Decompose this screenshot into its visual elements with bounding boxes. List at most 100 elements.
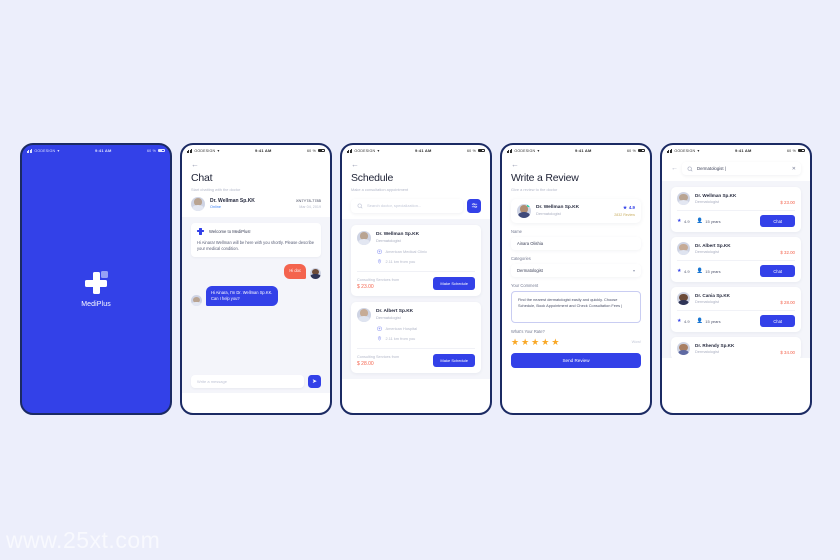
star-icon[interactable]: ★ bbox=[551, 337, 559, 347]
schedule-card[interactable]: Dr. Albert Sp.KK Dermatologist American … bbox=[351, 301, 481, 373]
chevron-down-icon: ▾ bbox=[632, 267, 635, 273]
battery-icon bbox=[317, 148, 325, 153]
battery-percent-label: 60 % bbox=[786, 148, 796, 153]
rate-label: What's Your Rate? bbox=[511, 328, 545, 334]
make-schedule-button[interactable]: Make Schedule bbox=[433, 353, 475, 367]
experience-stat: 👤 15 years bbox=[697, 268, 721, 274]
make-schedule-button[interactable]: Make Schedule bbox=[433, 276, 475, 290]
categories-field-label: Categories bbox=[511, 255, 531, 261]
wifi-icon: ▾ bbox=[217, 148, 220, 153]
list-item[interactable]: Dr. Cania Sp.KK Dermatologist $ 28.00 ★ … bbox=[671, 287, 801, 332]
chat-message-list: Welcome to MediPlus! Hi Ainara! Wellman … bbox=[182, 216, 330, 393]
user-badge-icon: 👤 bbox=[696, 218, 703, 224]
page-title: Schedule bbox=[351, 172, 394, 184]
name-field[interactable]: Ainara Olishia bbox=[511, 236, 641, 250]
star-icon[interactable]: ★ bbox=[531, 337, 539, 347]
review-count: 2832 Review bbox=[614, 212, 635, 217]
experience-stat: 👤 15 years bbox=[697, 318, 721, 324]
experience-value: 15 years bbox=[705, 318, 721, 324]
doctor-name: Dr. Wellman Sp.KK bbox=[210, 197, 255, 204]
signal-icon bbox=[667, 148, 673, 153]
brand-name: MediPlus bbox=[81, 301, 111, 308]
splash-content: MediPlus bbox=[22, 156, 170, 413]
back-arrow-icon[interactable]: ← bbox=[511, 160, 520, 169]
carrier-label: OODESIGN bbox=[354, 148, 376, 153]
phone-schedule: OODESIGN ▾ 9:41 AM 60 % ← Schedule Make … bbox=[340, 143, 492, 415]
location-pin-icon bbox=[376, 336, 382, 342]
star-rating-row[interactable]: ★ ★ ★ ★ ★ Wow! bbox=[511, 337, 641, 347]
consultation-id: XN7Y78-7785 bbox=[295, 198, 321, 204]
search-input[interactable]: Dermatologist | ✕ bbox=[682, 162, 801, 175]
avatar bbox=[677, 292, 690, 305]
price-label: $ 32.00 bbox=[780, 250, 795, 255]
filter-icon[interactable] bbox=[467, 198, 481, 213]
phone-splash: OODESIGN ▾ 9:41 AM 60 % MediPlus bbox=[20, 143, 172, 415]
price-label: $ 28.00 bbox=[780, 300, 795, 305]
status-bar: OODESIGN ▾ 9:41 AM 60 % bbox=[182, 145, 330, 156]
consultation-date: Mar 04, 2019 bbox=[299, 204, 321, 209]
list-item[interactable]: Dr. Albert Sp.KK Dermatologist $ 32.00 ★… bbox=[671, 237, 801, 282]
chat-button[interactable]: Chat bbox=[760, 315, 795, 327]
star-icon[interactable]: ★ bbox=[521, 337, 529, 347]
rating-stat: ★ 4.9 bbox=[677, 218, 690, 224]
review-doctor-card: Dr. Wellman Sp.KK Dermatologist ★ 4.9 28… bbox=[511, 198, 641, 223]
signal-icon bbox=[27, 148, 33, 153]
avatar bbox=[677, 192, 690, 205]
doctor-specialty: Dermatologist bbox=[695, 349, 720, 355]
message-bubble: Hi doc bbox=[284, 264, 306, 279]
search-input[interactable]: Search doctor, specialization... bbox=[351, 198, 463, 213]
chat-button[interactable]: Chat bbox=[760, 215, 795, 227]
chat-doctor-header[interactable]: Dr. Wellman Sp.KK Online XN7Y78-7785 Mar… bbox=[191, 192, 321, 217]
chat-message-incoming: Hi Ainara, I'm Dr. Wellman Sp.KK. Can I … bbox=[191, 285, 321, 307]
star-icon[interactable]: ★ bbox=[511, 337, 519, 347]
status-bar: OODESIGN ▾ 9:41 AM 60 % bbox=[342, 145, 490, 156]
send-review-button[interactable]: Send Review bbox=[511, 352, 641, 368]
doctor-specialty: Dermatologist bbox=[536, 211, 561, 217]
avatar bbox=[191, 196, 205, 211]
clock-label: 9:41 AM bbox=[574, 148, 592, 153]
list-item[interactable]: Dr. Wellman Sp.KK Dermatologist $ 23.00 … bbox=[671, 187, 801, 232]
star-icon[interactable]: ★ bbox=[541, 337, 549, 347]
location-pin-icon bbox=[376, 259, 382, 265]
distance-row: 2.11 km from you bbox=[357, 336, 475, 342]
avatar bbox=[191, 295, 202, 307]
back-arrow-icon[interactable]: ← bbox=[671, 165, 678, 172]
message-input[interactable]: Write a message bbox=[191, 374, 304, 388]
doctor-specialty: Dermatologist bbox=[376, 238, 401, 244]
fee-label: Consulting Services from bbox=[357, 277, 400, 282]
categories-select[interactable]: Dermatologist ▾ bbox=[511, 263, 641, 277]
signal-icon bbox=[507, 148, 513, 153]
back-arrow-icon[interactable]: ← bbox=[351, 160, 360, 169]
phone-doctor-list: OODESIGN ▾ 9:41 AM 60 % ← Dermatologist … bbox=[660, 143, 812, 415]
clock-label: 9:41 AM bbox=[414, 148, 432, 153]
schedule-card-list: Dr. Wellman Sp.KK Dermatologist American… bbox=[342, 218, 490, 379]
avatar bbox=[677, 342, 690, 355]
back-arrow-icon[interactable]: ← bbox=[191, 160, 200, 169]
comment-textarea[interactable]: Find the nearest dermatologist easily an… bbox=[511, 290, 641, 323]
status-bar: OODESIGN ▾ 9:41 AM 60 % bbox=[502, 145, 650, 156]
medical-cross-icon bbox=[85, 271, 108, 294]
schedule-card[interactable]: Dr. Wellman Sp.KK Dermatologist American… bbox=[351, 224, 481, 296]
carrier-label: OODESIGN bbox=[34, 148, 56, 153]
experience-value: 15 years bbox=[705, 268, 721, 274]
close-icon[interactable]: ✕ bbox=[792, 166, 796, 172]
doctor-name: Dr. Wellman Sp.KK bbox=[376, 231, 420, 237]
doctor-name: Dr. Wellman Sp.KK bbox=[695, 192, 737, 198]
doctor-specialty: Dermatologist bbox=[376, 315, 401, 321]
chat-button[interactable]: Chat bbox=[760, 265, 795, 277]
doctor-status: Online bbox=[210, 205, 221, 210]
medical-cross-icon bbox=[197, 227, 204, 235]
star-icon: ★ bbox=[677, 318, 682, 324]
schedule-search-row: Search doctor, specialization... bbox=[351, 198, 481, 213]
fee-label: Consulting Services from bbox=[357, 354, 400, 359]
wifi-icon: ▾ bbox=[697, 148, 700, 153]
send-icon[interactable]: ➤ bbox=[308, 374, 321, 388]
doctor-specialty: Dermatologist bbox=[695, 299, 720, 305]
star-icon: ★ bbox=[677, 268, 682, 274]
clinic-row: American Hospital bbox=[357, 326, 475, 332]
battery-icon bbox=[797, 148, 805, 153]
avatar bbox=[677, 242, 690, 255]
schedule-screen: ← Schedule Make a consultation appointme… bbox=[342, 160, 490, 413]
list-item[interactable]: Dr. Rhendy Sp.KK Dermatologist $ 34.00 bbox=[671, 337, 801, 358]
rating-value-row: ★ 4.9 bbox=[614, 205, 635, 211]
